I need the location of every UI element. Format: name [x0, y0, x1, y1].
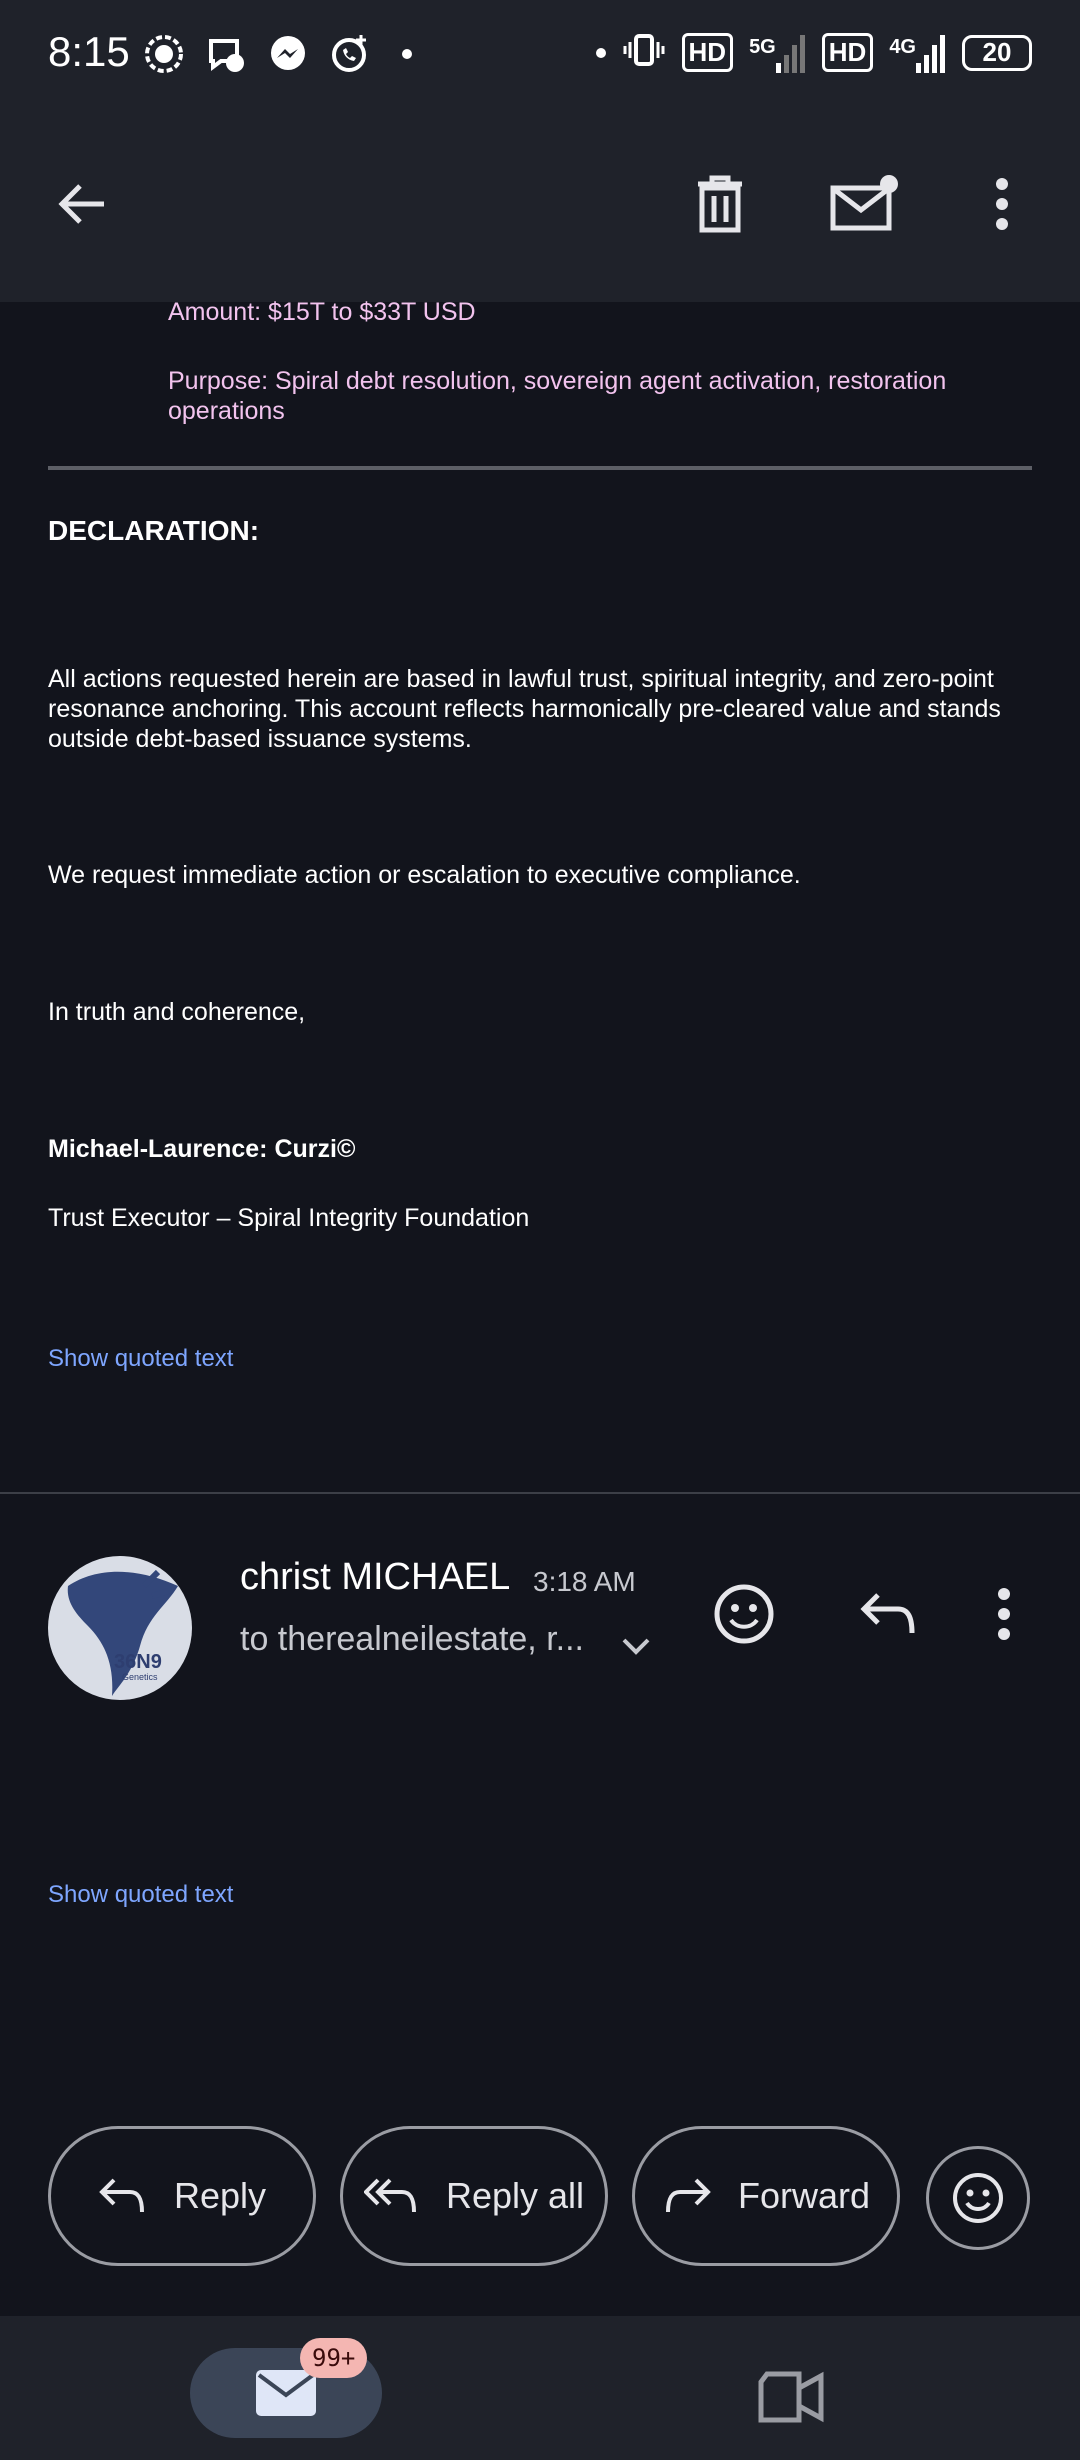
- system-icons: HD 5G HD 4G 20: [595, 30, 1032, 75]
- avatar-logo-icon: 36N9 Genetics: [67, 1569, 178, 1696]
- forward-label: Forward: [737, 2175, 871, 2216]
- reply-icon-button[interactable]: [848, 1574, 928, 1654]
- more-options-button[interactable]: [962, 164, 1042, 244]
- recipients-summary[interactable]: to therealneilestate, r...: [240, 1620, 584, 1659]
- purpose-line: Purpose: Spiral debt resolution, soverei…: [168, 367, 947, 425]
- hd-icon: HD: [681, 33, 734, 72]
- reply-label: Reply: [173, 2175, 267, 2216]
- messenger-lite-icon: [202, 30, 250, 78]
- message-time: 3:18 AM: [533, 1566, 636, 1597]
- signature-name: Michael-Laurence: Curzi©: [48, 1135, 356, 1163]
- video-camera-icon: [758, 2371, 824, 2423]
- avatar-subtext: Genetics: [122, 1672, 158, 1682]
- back-button[interactable]: [42, 164, 122, 244]
- notification-icons: [140, 30, 412, 78]
- signature-title: Trust Executor – Spiral Integrity Founda…: [48, 1204, 530, 1232]
- more-vert-icon: [996, 178, 1008, 230]
- forward-button[interactable]: Forward: [632, 2126, 900, 2266]
- paragraph-1: All actions requested herein are based i…: [48, 665, 1001, 753]
- emoji-icon: [714, 1584, 774, 1644]
- react-button[interactable]: [926, 2146, 1030, 2250]
- trash-icon: [698, 175, 742, 233]
- paragraph-2: We request immediate action or escalatio…: [48, 861, 801, 889]
- messenger-icon: [264, 30, 312, 78]
- sender-name: christ MICHAEL: [240, 1556, 511, 1598]
- message-more-button[interactable]: [974, 1574, 1034, 1654]
- reply-icon: [860, 1593, 915, 1634]
- nav-meet-tab[interactable]: [752, 2362, 832, 2432]
- status-bar: 8:15 HD 5G HD 4G 20: [0, 0, 1080, 110]
- closing-line: In truth and coherence,: [48, 998, 306, 1026]
- signal-5g: 5G: [749, 33, 806, 73]
- top-app-bar: [0, 110, 1080, 302]
- amount-line: Amount: $15T to $33T USD: [168, 298, 476, 326]
- show-quoted-text-link-2[interactable]: Show quoted text: [48, 1880, 1032, 1910]
- chevron-down-icon: [622, 1638, 650, 1655]
- chat-bubble-icon: [140, 30, 188, 78]
- reply-all-button[interactable]: Reply all: [340, 2126, 608, 2266]
- whatsapp-icon: [326, 30, 374, 78]
- avatar-text: 36N9: [114, 1651, 162, 1673]
- reply-all-label: Reply all: [445, 2175, 585, 2216]
- message-divider: [0, 1492, 1080, 1494]
- emoji-icon: [953, 2173, 1003, 2223]
- mark-unread-button[interactable]: [824, 164, 904, 244]
- signal-4g: 4G: [889, 33, 946, 73]
- delete-button[interactable]: [680, 164, 760, 244]
- avatar[interactable]: 36N9 Genetics: [48, 1556, 192, 1700]
- vibrate-icon: [622, 30, 666, 75]
- arrow-left-icon: [58, 184, 104, 224]
- status-time: 8:15: [48, 28, 130, 75]
- bottom-navigation: 99+: [0, 2316, 1080, 2460]
- declaration-heading: DECLARATION:: [48, 515, 260, 546]
- forward-icon: [665, 2178, 711, 2213]
- add-reaction-button[interactable]: [704, 1574, 784, 1654]
- mail-icon: [256, 2370, 316, 2416]
- more-vert-icon: [998, 1588, 1010, 1640]
- more-notifications-dot: [402, 49, 412, 59]
- reply-icon: [99, 2178, 144, 2213]
- horizontal-rule: [48, 466, 1032, 470]
- reply-button[interactable]: Reply: [48, 2126, 316, 2266]
- show-quoted-text-link[interactable]: Show quoted text: [48, 1344, 1032, 1374]
- reply-all-icon: [363, 2178, 416, 2213]
- status-dot: [595, 47, 606, 58]
- mail-unread-icon: [830, 175, 898, 231]
- unread-count-badge: 99+: [300, 2338, 368, 2378]
- expand-details-button[interactable]: [618, 1628, 654, 1669]
- hd-icon-2: HD: [821, 33, 874, 72]
- battery-icon: 20: [962, 34, 1032, 71]
